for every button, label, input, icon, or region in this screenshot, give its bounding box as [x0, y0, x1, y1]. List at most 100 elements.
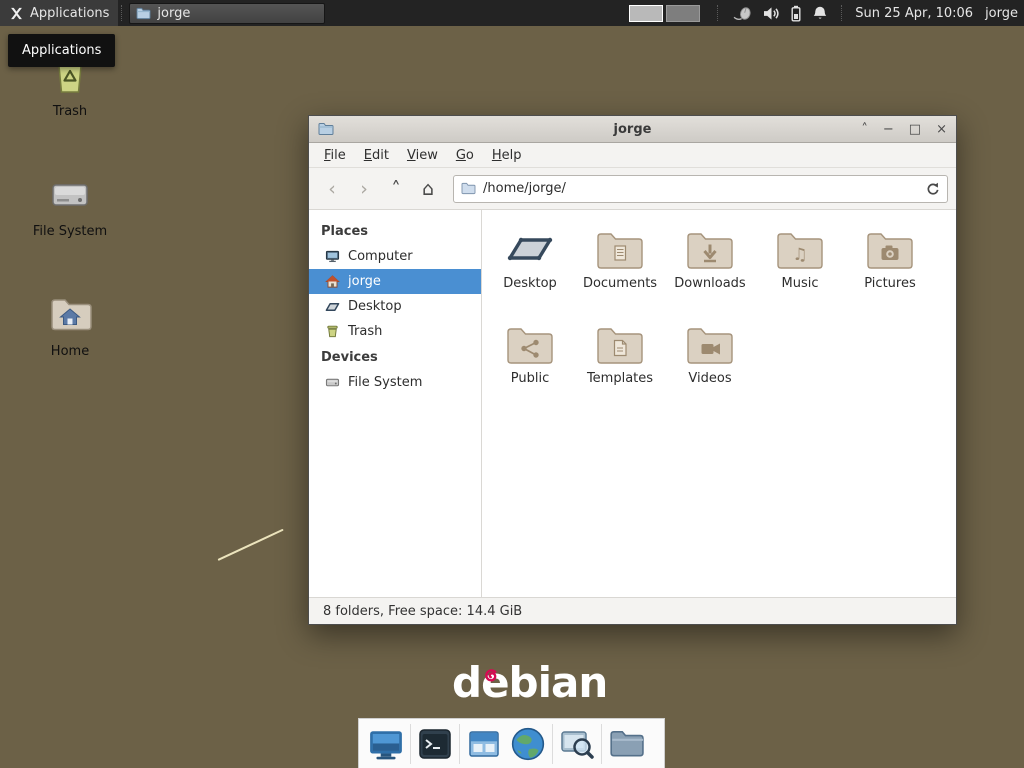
menu-edit[interactable]: Edit	[355, 145, 398, 166]
dock-separator	[552, 724, 553, 764]
globe-icon	[510, 726, 546, 762]
dock-terminal-button[interactable]	[413, 722, 457, 766]
sidebar-item-label: File System	[348, 375, 422, 390]
menu-go[interactable]: Go	[447, 145, 483, 166]
folder-item-templates[interactable]: Templates	[575, 322, 665, 386]
location-bar[interactable]: /home/jorge/	[453, 175, 948, 203]
menu-view[interactable]: View	[398, 145, 447, 166]
dock-separator	[410, 724, 411, 764]
file-manager-window: jorge ˄ − □ × File Edit View Go Help ‹ ›…	[308, 115, 957, 625]
desktop-icon-file-system[interactable]: File System	[22, 172, 118, 239]
taskbar-window-button[interactable]: jorge	[129, 3, 325, 24]
applications-tooltip: Applications	[8, 34, 115, 67]
music-folder-icon: ♫	[755, 227, 845, 271]
folder-item-label: Documents	[575, 276, 665, 291]
dock-web-browser-button[interactable]	[506, 722, 550, 766]
dock-file-manager-button[interactable]	[604, 722, 648, 766]
location-folder-icon	[461, 182, 476, 195]
window-folder-icon	[318, 122, 334, 136]
workspace-1[interactable]	[629, 5, 663, 22]
workspace-switcher[interactable]	[629, 5, 700, 22]
volume-icon[interactable]	[763, 6, 780, 21]
desktop-icon-label: Trash	[22, 104, 118, 119]
folder-item-videos[interactable]: Videos	[665, 322, 755, 386]
sidebar-item-label: Desktop	[348, 299, 402, 314]
folder-item-documents[interactable]: Documents	[575, 227, 665, 291]
panel-separator	[717, 5, 720, 21]
back-button[interactable]: ‹	[317, 174, 347, 204]
folder-item-pictures[interactable]: Pictures	[845, 227, 935, 291]
folder-icon-view: Desktop Documents	[482, 210, 956, 597]
folder-item-label: Public	[485, 371, 575, 386]
home-button[interactable]: ⌂	[413, 174, 443, 204]
folder-item-label: Templates	[575, 371, 665, 386]
battery-icon[interactable]	[791, 5, 801, 22]
shade-button[interactable]: ˄	[861, 116, 868, 143]
workspace-2[interactable]	[666, 5, 700, 22]
titlebar[interactable]: jorge ˄ − □ ×	[309, 116, 956, 143]
location-path[interactable]: /home/jorge/	[483, 181, 918, 196]
dock-file-windows-button[interactable]	[462, 722, 506, 766]
close-button[interactable]: ×	[936, 116, 947, 143]
dock-desktop-settings-button[interactable]	[364, 722, 408, 766]
window-controls: ˄ − □ ×	[861, 116, 947, 143]
dock-separator	[459, 724, 460, 764]
videos-folder-icon	[665, 322, 755, 366]
debian-logo: debian	[452, 658, 592, 710]
clock[interactable]: Sun 25 Apr, 10:06	[855, 6, 973, 21]
sidebar-item-label: jorge	[348, 274, 381, 289]
sidebar-item-computer[interactable]: Computer	[309, 244, 481, 269]
desktop-icon-label: Home	[22, 344, 118, 359]
sidebar-item-label: Trash	[348, 324, 382, 339]
computer-icon	[325, 249, 340, 264]
sidebar-item-jorge[interactable]: jorge	[309, 269, 481, 294]
templates-folder-icon	[575, 322, 665, 366]
statusbar: 8 folders, Free space: 14.4 GiB	[309, 597, 956, 624]
user-menu[interactable]: jorge	[985, 6, 1018, 21]
up-button[interactable]: ˄	[381, 174, 411, 204]
applications-menu-button[interactable]: Applications	[0, 0, 118, 26]
notifications-bell-icon[interactable]	[812, 5, 828, 21]
debian-swirl-icon	[479, 664, 503, 688]
folder-item-public[interactable]: Public	[485, 322, 575, 386]
folder-item-label: Videos	[665, 371, 755, 386]
toolbar: ‹ › ˄ ⌂ /home/jorge/	[309, 168, 956, 210]
desk-icon	[485, 227, 575, 271]
statusbar-text: 8 folders, Free space: 14.4 GiB	[323, 604, 522, 619]
home-folder-icon	[22, 292, 118, 338]
forward-button[interactable]: ›	[349, 174, 379, 204]
menu-help[interactable]: Help	[483, 145, 531, 166]
folder-icon	[136, 7, 151, 20]
dock-panel	[358, 718, 665, 768]
places-header: Places	[309, 218, 481, 244]
desktop-icon-home[interactable]: Home	[22, 292, 118, 359]
applications-icon	[9, 6, 24, 21]
menu-file[interactable]: File	[315, 145, 355, 166]
desktop-icon	[325, 299, 340, 314]
documents-folder-icon	[575, 227, 665, 271]
dock-separator	[601, 724, 602, 764]
sidebar-item-file-system[interactable]: File System	[309, 370, 481, 395]
folder-item-label: Music	[755, 276, 845, 291]
panel-separator	[121, 5, 124, 21]
folder-item-desktop[interactable]: Desktop	[485, 227, 575, 291]
sidebar-item-desktop[interactable]: Desktop	[309, 294, 481, 319]
dock-app-finder-button[interactable]	[555, 722, 599, 766]
svg-text:♫: ♫	[792, 245, 807, 265]
file-windows-icon	[467, 727, 501, 761]
folder-item-downloads[interactable]: Downloads	[665, 227, 755, 291]
folder-item-label: Pictures	[845, 276, 935, 291]
public-folder-icon	[485, 322, 575, 366]
sidebar-item-trash[interactable]: Trash	[309, 319, 481, 344]
pictures-folder-icon	[845, 227, 935, 271]
minimize-button[interactable]: −	[883, 116, 894, 143]
app-finder-icon	[560, 727, 594, 761]
reload-icon[interactable]	[925, 181, 940, 196]
hard-drive-icon	[325, 375, 340, 390]
folder-item-music[interactable]: ♫ Music	[755, 227, 845, 291]
folder-icon	[608, 726, 644, 762]
maximize-button[interactable]: □	[909, 116, 921, 143]
mouse-icon[interactable]	[733, 6, 752, 21]
window-title: jorge	[309, 122, 956, 137]
applications-label: Applications	[30, 6, 109, 21]
